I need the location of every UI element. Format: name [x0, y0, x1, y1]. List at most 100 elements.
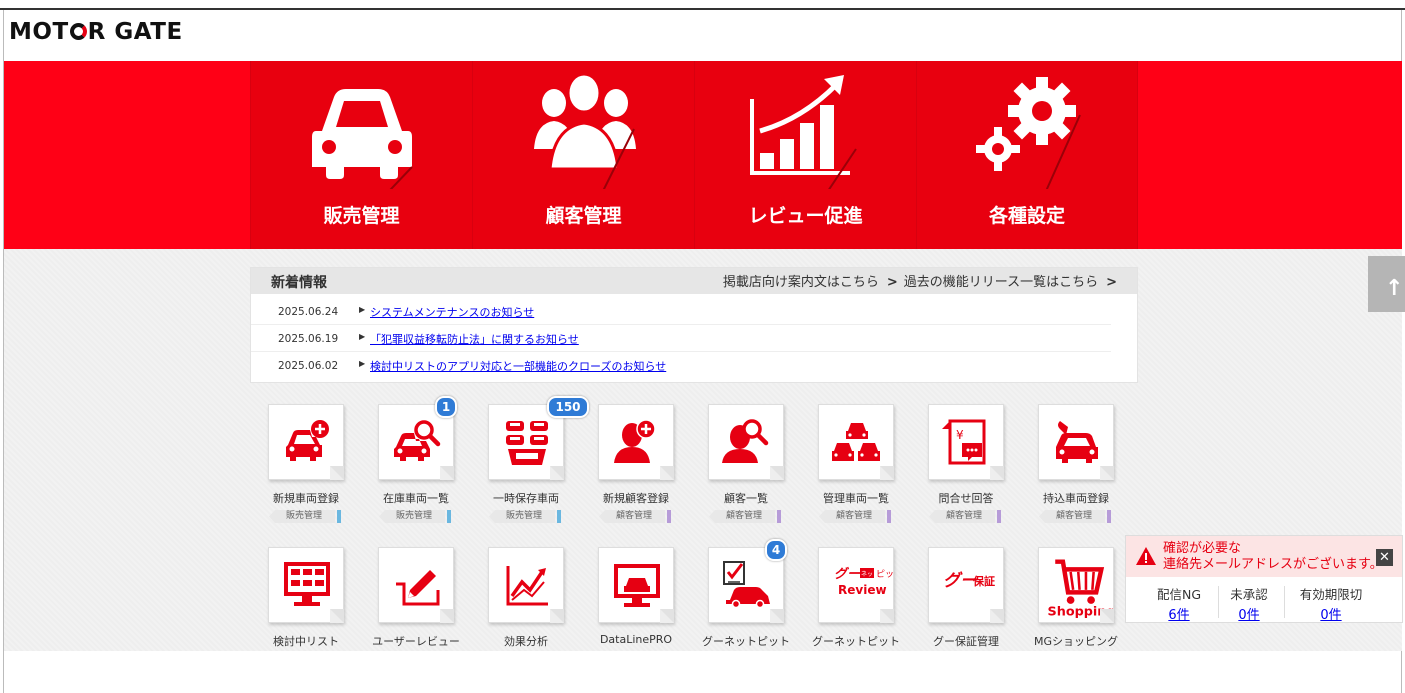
notification-badge: 4 — [765, 539, 787, 561]
svg-text:¥: ¥ — [956, 428, 964, 442]
svg-text:グー: グー — [834, 566, 861, 582]
person-search-icon — [722, 419, 769, 463]
tile-brought-in-vehicle[interactable]: 持込車両登録 顧客管理 — [1021, 404, 1121, 534]
nav-settings[interactable]: 各種設定 — [916, 61, 1138, 249]
line-chart-icon — [506, 566, 548, 606]
tile-managed-vehicles[interactable]: 管理車両一覧 顧客管理 — [801, 404, 901, 534]
category-tag: 顧客管理 — [815, 510, 895, 523]
alert-col-unapproved: 未承認 0件 — [1218, 584, 1280, 623]
tile-consideration-list[interactable]: 検討中リスト — [251, 547, 351, 677]
tile-card[interactable]: グー 保証 — [928, 547, 1004, 623]
tile-label: 問合せ回答 — [938, 492, 994, 505]
tile-temp-saved-vehicles[interactable]: 150 一時保存車両 販売管理 — [471, 396, 589, 534]
triangle-bullet-icon: ▶ — [359, 332, 366, 341]
category-tag: 顧客管理 — [705, 510, 785, 523]
nav-sales-management[interactable]: 販売管理 — [250, 61, 472, 249]
news-item: 2025.06.24 ▶ システムメンテナンスのお知らせ — [251, 298, 1111, 325]
tile-card[interactable]: ¥ — [928, 404, 1004, 480]
tile-label: 新規顧客登録 — [603, 492, 669, 505]
email-alert-panel: 確認が必要な 連絡先メールアドレスがございます。 ✕ 配信NG 6件 未承認 0件 有… — [1125, 535, 1403, 623]
goo-warranty-logo-icon: グー保証 — [943, 571, 995, 591]
chevron-right-icon: > — [1106, 275, 1117, 290]
news-panel: 新着情報 掲載店向け案内文はこちら > 過去の機能リリース一覧はこちら > 2025.… — [250, 267, 1138, 383]
tile-card[interactable]: Shopping — [1038, 547, 1114, 623]
guide-link[interactable]: 掲載店向け案内文はこちら — [723, 275, 879, 290]
tile-card[interactable] — [268, 547, 344, 623]
cars-basket-icon — [506, 421, 548, 465]
motor-gate-logo[interactable]: MOT R GATE — [9, 17, 183, 47]
tile-card[interactable] — [1038, 404, 1114, 480]
alert-count-link[interactable]: 0件 — [1218, 604, 1280, 623]
tile-label: 効果分析 — [504, 635, 548, 648]
tile-card[interactable] — [598, 547, 674, 623]
news-item: 2025.06.02 ▶ 検討中リストのアプリ対応と一部機能のクローズのお知らせ — [251, 352, 1111, 378]
divider — [1284, 586, 1285, 618]
tile-effect-analysis[interactable]: 効果分析 — [471, 547, 571, 677]
tile-card[interactable] — [818, 404, 894, 480]
tile-label: ユーザーレビュー — [372, 635, 460, 648]
svg-text:ピット: ピット — [876, 569, 893, 580]
news-link[interactable]: システムメンテナンスのお知らせ — [370, 304, 534, 320]
alert-header: 確認が必要な 連絡先メールアドレスがございます。 ✕ — [1126, 536, 1402, 577]
tile-goo-warranty[interactable]: グー 保証 グー保証管理 — [911, 547, 1011, 677]
release-history-link[interactable]: 過去の機能リリース一覧はこちら — [904, 275, 1098, 290]
tile-inquiry-reply[interactable]: ¥ 問合せ回答 顧客管理 — [911, 404, 1011, 534]
tile-card[interactable] — [708, 404, 784, 480]
gears-icon — [976, 77, 1081, 189]
tile-customer-list[interactable]: 顧客一覧 顧客管理 — [691, 404, 791, 534]
nav-label: レビュー促進 — [748, 205, 863, 227]
tile-mg-shopping[interactable]: Shopping MGショッピング — [1021, 547, 1121, 677]
tile-label: 一時保存車両 — [493, 492, 559, 505]
news-item: 2025.06.19 ▶ 「犯罪収益移転防止法」に関するお知らせ — [251, 325, 1111, 352]
triangle-bullet-icon: ▶ — [359, 359, 366, 368]
tile-card[interactable] — [598, 404, 674, 480]
tile-card[interactable] — [378, 547, 454, 623]
arrow-up-icon: ↑ — [1385, 276, 1404, 301]
tile-card[interactable] — [488, 547, 564, 623]
news-date: 2025.06.02 — [278, 360, 339, 372]
tile-card[interactable] — [268, 404, 344, 480]
tile-label: 検討中リスト — [273, 635, 339, 648]
news-link[interactable]: 「犯罪収益移転防止法」に関するお知らせ — [370, 331, 579, 347]
alert-count-link[interactable]: 6件 — [1144, 604, 1214, 623]
car-add-icon — [286, 420, 329, 461]
checklist-car-icon — [723, 561, 770, 609]
nav-review-promotion[interactable]: レビュー促進 — [694, 61, 916, 249]
tile-label: 持込車両登録 — [1043, 492, 1109, 505]
tile-label: 管理車両一覧 — [823, 492, 889, 505]
scroll-to-top-button[interactable]: ↑ — [1368, 256, 1405, 312]
alert-count-link[interactable]: 0件 — [1286, 604, 1376, 623]
tile-goo-net-pit-review[interactable]: グーネットピットReview グーネットピット — [801, 547, 901, 677]
tile-new-customer[interactable]: 新規顧客登録 顧客管理 — [581, 404, 681, 534]
alert-col-delivery-ng: 配信NG 6件 — [1144, 584, 1214, 623]
tile-card[interactable]: グーネットピットReview — [818, 547, 894, 623]
close-icon[interactable]: ✕ — [1376, 549, 1393, 566]
category-tag: 販売管理 — [485, 510, 565, 523]
tile-label: MGショッピング — [1033, 635, 1118, 648]
tile-label: 顧客一覧 — [724, 492, 768, 505]
shopping-cart-icon: Shopping — [1048, 559, 1113, 618]
nav-customer-management[interactable]: 顧客管理 — [472, 61, 694, 249]
person-add-icon — [614, 419, 656, 463]
tile-label: 新規車両登録 — [273, 492, 339, 505]
cars-stack-icon — [832, 423, 880, 461]
nav-label: 販売管理 — [323, 205, 400, 227]
category-tag: 販売管理 — [265, 510, 345, 523]
people-icon — [534, 72, 636, 189]
inquiry-document-icon: ¥ — [942, 419, 986, 465]
news-link[interactable]: 検討中リストのアプリ対応と一部機能のクローズのお知らせ — [370, 358, 666, 374]
monitor-cars-icon — [284, 562, 330, 606]
monitor-car-icon — [614, 564, 660, 607]
nav-label: 各種設定 — [988, 205, 1065, 227]
tile-label: DataLinePRO — [599, 633, 673, 646]
pen-write-icon — [396, 570, 440, 606]
news-title: 新着情報 — [271, 275, 327, 291]
tile-dataline-pro[interactable]: DataLinePRO — [581, 547, 681, 677]
triangle-bullet-icon: ▶ — [359, 305, 366, 314]
tile-inventory-list[interactable]: 1 在庫車両一覧 販売管理 — [361, 396, 461, 534]
tile-user-reviews[interactable]: ユーザーレビュー — [361, 547, 461, 677]
tile-new-vehicle[interactable]: 新規車両登録 販売管理 — [251, 404, 351, 534]
warning-icon — [1136, 547, 1156, 565]
tile-goo-net-pit[interactable]: 4 グーネットピット — [691, 539, 791, 677]
tile-label: グー保証管理 — [933, 635, 999, 648]
